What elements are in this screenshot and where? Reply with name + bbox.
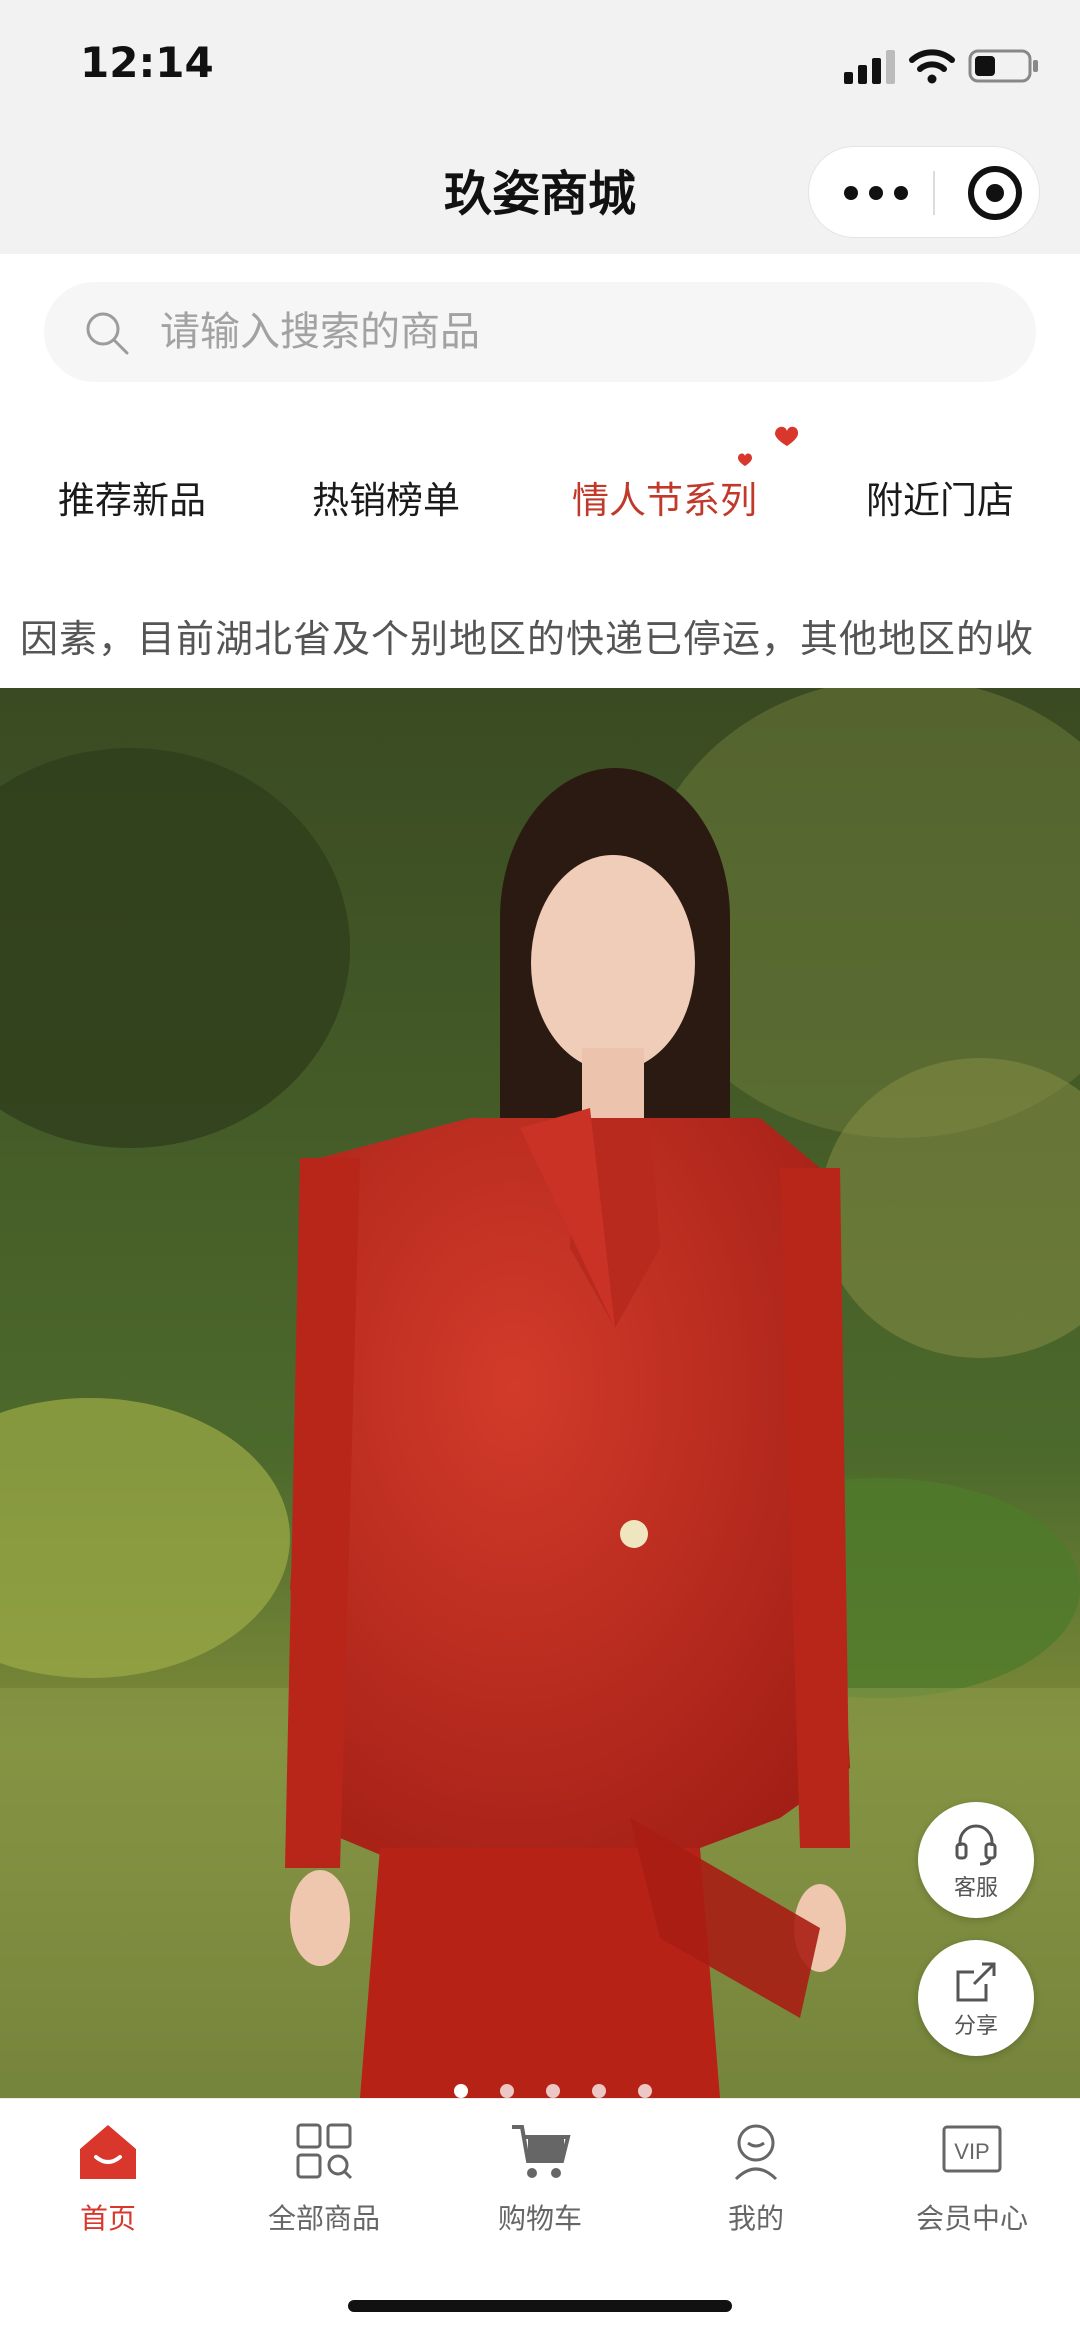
carousel-dot[interactable] — [546, 2084, 560, 2098]
tabbar-item-home[interactable]: 首页 — [0, 2119, 216, 2239]
more-icon[interactable] — [839, 175, 913, 211]
search-input[interactable] — [160, 282, 1000, 382]
cellular-signal-icon — [844, 50, 895, 84]
customer-service-button[interactable]: 客服 — [918, 1802, 1034, 1918]
carousel-dot[interactable] — [500, 2084, 514, 2098]
carousel-dots — [454, 2084, 674, 2098]
tab-best-sellers[interactable]: 热销榜单 — [312, 470, 460, 524]
user-icon — [734, 2124, 778, 2181]
tabbar-label: 首页 — [79, 2202, 136, 2235]
close-mini-program-icon[interactable] — [965, 163, 1025, 223]
notice-text: 因素，目前湖北省及个别地区的快递已停运，其他地区的收 — [20, 617, 1035, 661]
headset-icon — [955, 1824, 997, 1866]
mini-program-capsule — [808, 146, 1040, 238]
cart-icon — [512, 2125, 571, 2178]
tabbar-label: 我的 — [727, 2202, 784, 2235]
capsule-divider — [933, 171, 935, 215]
wifi-icon — [909, 49, 955, 84]
tab-nearby-stores[interactable]: 附近门店 — [866, 470, 1014, 524]
home-icon — [80, 2125, 136, 2179]
status-bar: 12:14 — [0, 0, 1080, 132]
vip-icon: VIP — [942, 2125, 1002, 2173]
tab-valentines[interactable]: 情人节系列 — [572, 470, 757, 524]
tab-new-arrivals[interactable]: 推荐新品 — [58, 470, 206, 524]
search-bar[interactable] — [44, 282, 1036, 382]
category-tabs: 推荐新品 热销榜单 情人节系列 附近门店 — [0, 420, 1080, 570]
tabbar-label: 会员中心 — [915, 2202, 1028, 2235]
status-time: 12:14 — [80, 38, 214, 87]
search-icon — [86, 312, 129, 355]
tabbar-item-all-products[interactable]: 全部商品 — [216, 2119, 432, 2239]
tabbar-item-cart[interactable]: 购物车 — [432, 2119, 648, 2239]
grid-icon — [296, 2123, 353, 2180]
carousel-dot[interactable] — [638, 2084, 652, 2098]
svg-text:VIP: VIP — [954, 2139, 989, 2164]
home-indicator — [348, 2300, 732, 2312]
carousel-dot[interactable] — [454, 2084, 468, 2098]
notice-ticker[interactable]: 因素，目前湖北省及个别地区的快递已停运，其他地区的收 — [0, 596, 1080, 676]
share-label: 分享 — [953, 2014, 998, 2039]
tabbar-label: 购物车 — [497, 2202, 582, 2235]
share-icon — [956, 1962, 996, 2002]
share-button[interactable]: 分享 — [918, 1940, 1034, 2056]
customer-service-label: 客服 — [953, 1876, 998, 1901]
carousel-dot[interactable] — [592, 2084, 606, 2098]
nav-bar: 玖姿商城 — [0, 132, 1080, 254]
tabbar-label: 全部商品 — [267, 2202, 380, 2235]
tabbar-item-profile[interactable]: 我的 — [648, 2119, 864, 2239]
hearts-icon — [738, 426, 799, 466]
battery-icon — [968, 49, 1038, 83]
tabbar-item-vip[interactable]: VIP 会员中心 — [864, 2119, 1080, 2239]
